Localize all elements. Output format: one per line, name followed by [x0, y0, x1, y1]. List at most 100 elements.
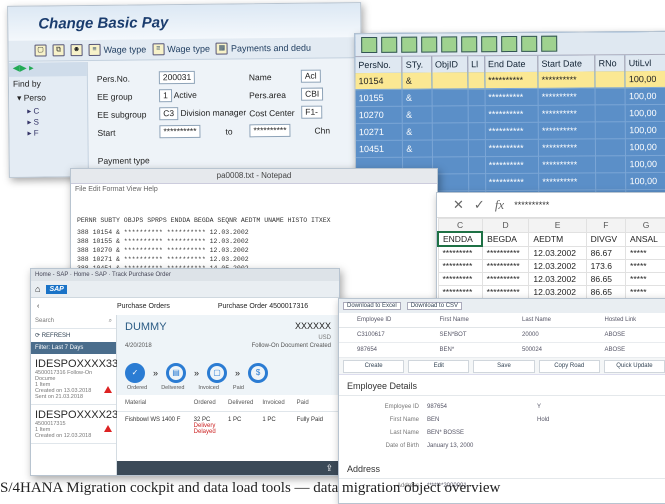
column-header[interactable]: Ll: [468, 56, 485, 72]
item-row[interactable]: Fishbowl WS 1400 F 32 PCDelivery Delayed…: [117, 412, 339, 440]
chart-icon[interactable]: [481, 36, 497, 52]
header-cell[interactable]: AEDTM: [529, 232, 586, 246]
column-header[interactable]: PersNo.: [355, 57, 402, 73]
spreadsheet-cell[interactable]: 86.65: [586, 286, 625, 299]
spreadsheet-cell[interactable]: *********: [438, 260, 482, 273]
header-cell[interactable]: ENDDA: [438, 232, 482, 246]
share-icon[interactable]: ⇪: [325, 461, 339, 475]
filter-bar[interactable]: Filter: Last 7 Days: [31, 342, 116, 354]
column-header[interactable]: End Date: [484, 56, 538, 72]
ee-subgroup-field[interactable]: C3 Division manager: [159, 106, 246, 120]
browser-tab[interactable]: Track Purchase Order: [112, 272, 171, 278]
tree-node[interactable]: ▸ S: [9, 116, 87, 128]
column-letter[interactable]: F: [586, 219, 625, 233]
download-csv-button[interactable]: Download to CSV: [407, 302, 462, 310]
cost-center-field[interactable]: F1-: [301, 106, 322, 119]
detail-icon[interactable]: [501, 36, 517, 52]
wage-type-button-2[interactable]: ≡Wage type: [152, 43, 210, 56]
tree-root[interactable]: ▾ Perso: [9, 90, 87, 106]
column-letter[interactable]: G: [626, 219, 665, 233]
start-date-field[interactable]: **********: [159, 125, 200, 138]
browser-tab[interactable]: Home - SAP: [35, 272, 68, 278]
header-cell[interactable]: DIVGV: [586, 232, 625, 246]
back-icon[interactable]: ‹: [31, 303, 117, 310]
function-icon[interactable]: fx: [495, 197, 504, 213]
tree-node[interactable]: ▸ C: [9, 105, 87, 117]
step-ordered-icon[interactable]: ✓: [125, 363, 145, 383]
search-input[interactable]: Search⌕: [31, 315, 116, 329]
column-header[interactable]: Employee ID: [339, 317, 422, 323]
spreadsheet-cell[interactable]: *********: [438, 286, 482, 299]
spreadsheet-cell[interactable]: 12.03.2002: [529, 246, 586, 260]
spreadsheet-cell[interactable]: 173.6: [586, 260, 625, 273]
form-value[interactable]: January 13, 2000: [427, 443, 537, 449]
confirm-icon[interactable]: ✓: [474, 197, 485, 213]
step-invoiced-icon[interactable]: ▢: [207, 363, 227, 383]
table-row[interactable]: 10451&********************100,00: [356, 138, 665, 157]
column-letter[interactable]: D: [482, 219, 529, 233]
form-value[interactable]: 987654: [427, 404, 537, 410]
nav-arrows[interactable]: ◀▶ ▸: [9, 62, 87, 77]
tree-node[interactable]: ▸ F: [9, 127, 87, 139]
spreadsheet-cell[interactable]: 86.65: [586, 273, 625, 286]
menu-bar[interactable]: File Edit Format View Help: [71, 184, 437, 196]
table-row[interactable]: 10270&********************100,00: [356, 104, 665, 123]
spreadsheet-cell[interactable]: *********: [438, 246, 482, 260]
list-item[interactable]: IDESPOXXXX230,0045000173151 ItemCreated …: [31, 405, 116, 444]
spreadsheet-cell[interactable]: *****: [626, 260, 665, 273]
column-header[interactable]: Start Date: [538, 55, 595, 71]
column-header[interactable]: First Name: [422, 317, 505, 323]
action-button[interactable]: Quick Update: [604, 360, 665, 373]
spreadsheet-cell[interactable]: 12.03.2002: [529, 286, 586, 299]
spreadsheet-cell[interactable]: *********: [438, 273, 482, 286]
list-item[interactable]: IDESPOXXXX330,004500017316 Follow-On Doc…: [31, 354, 116, 405]
spreadsheet-cell[interactable]: *****: [626, 286, 665, 299]
column-header[interactable]: UtiLvl: [625, 55, 665, 71]
column-header[interactable]: Last Name: [504, 317, 587, 323]
header-cell[interactable]: ANSAL: [626, 232, 665, 246]
ee-group-field[interactable]: 1 Active: [159, 89, 197, 102]
pers-area-field[interactable]: CBI: [301, 88, 323, 101]
action-button[interactable]: Create: [343, 360, 404, 373]
column-letter[interactable]: E: [529, 219, 586, 233]
home-icon[interactable]: ⌂: [35, 284, 40, 294]
select-all-icon[interactable]: [541, 36, 557, 52]
spreadsheet-cell[interactable]: 12.03.2002: [529, 260, 586, 273]
spreadsheet-cell[interactable]: **********: [482, 246, 529, 260]
table-row[interactable]: 987654BEN*500024ABOSE: [339, 343, 665, 358]
export-icon[interactable]: [441, 36, 457, 52]
find-by-label[interactable]: Find by: [9, 76, 87, 91]
pers-no-field[interactable]: 200031: [159, 71, 196, 84]
wage-type-button-1[interactable]: ≡Wage type: [89, 43, 147, 56]
payments-deductions-button[interactable]: ▦Payments and dedu: [216, 42, 311, 55]
print-icon[interactable]: [421, 37, 437, 53]
action-button[interactable]: Save: [473, 360, 534, 373]
sum-icon[interactable]: [401, 37, 417, 53]
refresh-button[interactable]: ⟳ REFRESH: [31, 329, 116, 342]
action-button[interactable]: Copy Road: [539, 360, 600, 373]
find-icon[interactable]: [521, 36, 537, 52]
new-icon[interactable]: ▢: [35, 44, 47, 56]
form-value[interactable]: BEN* BOSSE: [427, 430, 537, 436]
spreadsheet-cell[interactable]: **********: [482, 286, 529, 299]
sort-icon[interactable]: [381, 37, 397, 53]
spreadsheet-cell[interactable]: **********: [482, 260, 529, 273]
action-button[interactable]: Edit: [408, 360, 469, 373]
cancel-icon[interactable]: ✕: [453, 197, 464, 213]
person-icon[interactable]: ☻: [71, 44, 83, 56]
column-header[interactable]: Hosted Link: [587, 317, 665, 323]
download-excel-button[interactable]: Download to Excel: [343, 302, 401, 310]
spreadsheet-cell[interactable]: **********: [482, 273, 529, 286]
layout-icon[interactable]: [461, 36, 477, 52]
table-row[interactable]: 10155&********************100,00: [356, 87, 665, 106]
column-header[interactable]: RNo: [595, 55, 625, 71]
form-value[interactable]: BEN: [427, 417, 537, 423]
step-delivered-icon[interactable]: ▤: [166, 363, 186, 383]
step-paid-icon[interactable]: $: [248, 363, 268, 383]
end-date-field[interactable]: **********: [249, 124, 290, 137]
browser-tab[interactable]: Home - SAP: [74, 272, 107, 278]
header-cell[interactable]: BEGDA: [482, 232, 529, 246]
spreadsheet-cell[interactable]: *****: [626, 246, 665, 260]
name-field[interactable]: Acl: [301, 70, 321, 83]
table-row[interactable]: C3100617SEN*BOT20000ABOSE: [339, 328, 665, 343]
